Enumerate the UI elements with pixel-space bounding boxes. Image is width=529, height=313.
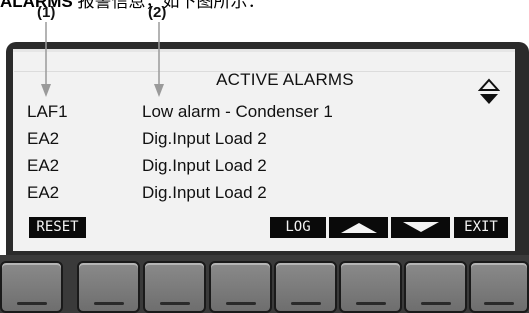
alarm-code: EA2 (27, 156, 60, 175)
callout-1: (1) (37, 4, 56, 21)
alarm-description: Dig.Input Load 2 (142, 183, 267, 202)
function-key-4[interactable] (209, 261, 272, 313)
alarm-code: LAF1 (27, 102, 68, 121)
caption-rest: 报警信息，如下图所示： (72, 0, 265, 11)
function-key-6[interactable] (339, 261, 402, 313)
softkey-up[interactable] (329, 217, 388, 238)
alarm-description: Low alarm - Condenser 1 (142, 102, 333, 121)
screen-title: ACTIVE ALARMS (216, 70, 354, 89)
callout-2-arrow (154, 22, 164, 97)
softkey-reset[interactable]: RESET (29, 217, 86, 238)
softkey-log[interactable]: LOG (270, 217, 326, 238)
function-key-2[interactable] (77, 261, 140, 313)
function-key-7[interactable] (404, 261, 467, 313)
softkey-exit[interactable]: EXIT (454, 217, 508, 238)
function-key-5[interactable] (274, 261, 337, 313)
softkey-down[interactable] (391, 217, 450, 238)
alarm-description: Dig.Input Load 2 (142, 156, 267, 175)
function-key-3[interactable] (143, 261, 206, 313)
alarm-code: EA2 (27, 183, 60, 202)
up-triangle-icon (340, 223, 377, 233)
function-key-1[interactable] (0, 261, 63, 313)
callout-2: (2) (148, 4, 167, 21)
alarm-description: Dig.Input Load 2 (142, 129, 267, 148)
alarm-code: EA2 (27, 129, 60, 148)
down-triangle-icon (402, 222, 439, 232)
up-down-scroll-icon (478, 78, 500, 104)
function-key-8[interactable] (469, 261, 529, 313)
callout-1-arrow (41, 22, 51, 97)
